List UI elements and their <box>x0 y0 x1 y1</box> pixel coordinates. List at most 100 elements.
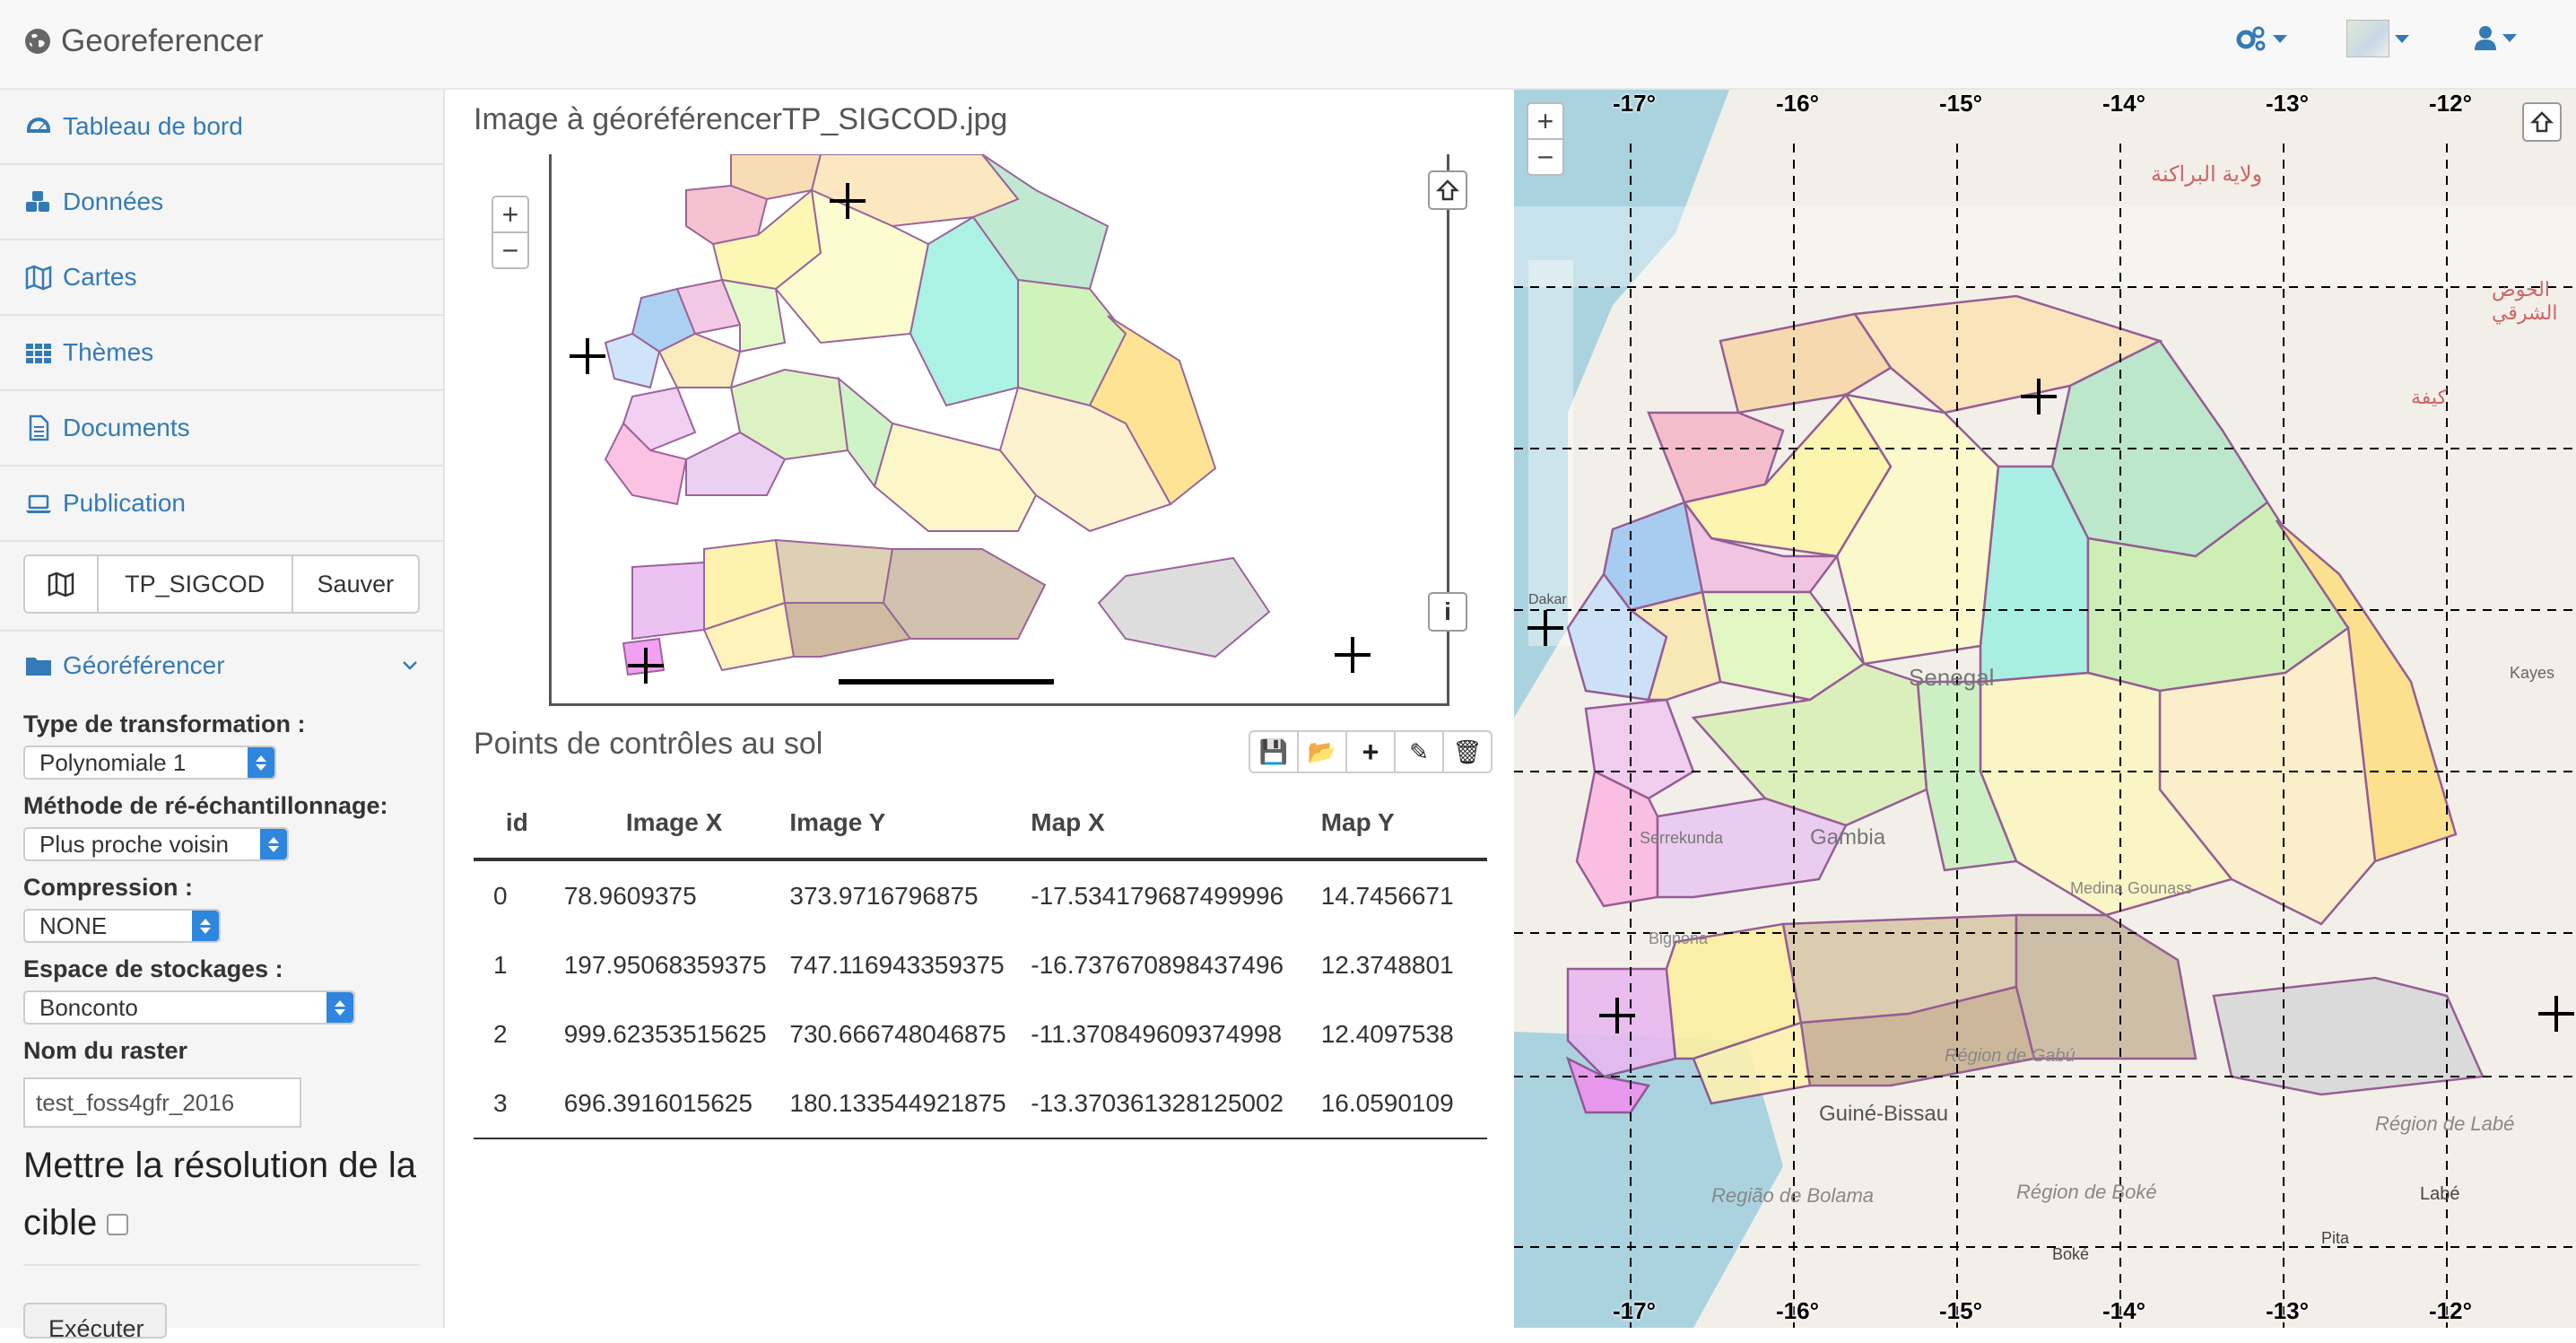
document-icon <box>29 414 49 441</box>
lon-tick-label: -17° <box>1613 1297 1656 1324</box>
select-arrows-icon <box>248 747 274 778</box>
chevron-down-icon <box>403 661 417 670</box>
column-header[interactable]: Map Y <box>1308 788 1487 861</box>
table-row[interactable]: 3 696.3916015625 180.133544921875 -13.37… <box>474 1068 1487 1139</box>
zoom-out-button[interactable]: − <box>1528 140 1562 174</box>
target-resolution-label: Mettre la résolution de la cible <box>23 1146 417 1243</box>
raster-name-input[interactable]: test_foss4gfr_2016 <box>23 1077 301 1128</box>
place-label: الحوض الشرقي <box>2492 278 2558 324</box>
table-cell: 12.3748801 <box>1320 950 1454 979</box>
lon-tick-label: -16° <box>1776 1297 1819 1324</box>
place-label: Région de Boké <box>2016 1181 2157 1203</box>
sidebar-item-data[interactable]: Données <box>0 165 443 240</box>
table-row[interactable]: 1 197.95068359375 747.116943359375 -16.7… <box>474 930 1487 999</box>
target-resolution-checkbox[interactable] <box>107 1214 129 1236</box>
section-title: Géoréférencer <box>63 651 225 679</box>
table-cell: 1 <box>493 950 508 979</box>
column-header[interactable]: Image X <box>560 788 789 861</box>
table-cell: 2 <box>493 1019 508 1048</box>
folder-icon <box>26 658 51 676</box>
table-cell: 14.7456671 <box>1320 881 1454 910</box>
selected-value: Bonconto <box>39 993 138 1021</box>
table-cell: 197.95068359375 <box>563 950 767 979</box>
sidebar-item-label: Tableau de bord <box>63 112 243 140</box>
selected-value: Polynomiale 1 <box>39 748 187 776</box>
storage-select[interactable]: Bonconto <box>23 990 355 1025</box>
compression-select[interactable]: NONE <box>23 909 221 943</box>
sidebar-item-label: Cartes <box>63 263 137 291</box>
table-cell: -16.737670898437496 <box>1031 950 1284 979</box>
cubes-icon <box>26 191 49 212</box>
user-icon <box>2475 26 2496 50</box>
table-cell: 12.4097538 <box>1320 1019 1454 1048</box>
map-icon <box>25 265 52 291</box>
sidebar-item-maps[interactable]: Cartes <box>0 240 443 316</box>
dashboard-icon <box>27 118 50 133</box>
user-menu[interactable] <box>2474 25 2517 50</box>
gcp-table: id Image X Image Y Map X Map Y 0 78.9609… <box>474 788 1487 1139</box>
raster-name-label: Nom du raster <box>23 1037 188 1064</box>
map-toolbar: TP_SIGCOD Sauver <box>23 554 420 614</box>
place-label: Région de Labé <box>2375 1112 2515 1135</box>
place-label: Senegal <box>1909 664 1995 691</box>
column-header[interactable]: Image Y <box>788 788 1031 861</box>
georeference-section-header[interactable]: Géoréférencer <box>0 630 443 680</box>
place-label: Guiné-Bissau <box>1819 1102 1949 1126</box>
map-toggle-button[interactable] <box>25 556 99 612</box>
storage-label: Espace de stockages : <box>23 955 283 982</box>
target-resolution-option: Mettre la résolution de la cible <box>23 1137 420 1251</box>
chevron-down-icon <box>2502 33 2517 42</box>
basemap-menu[interactable] <box>2346 20 2409 57</box>
selected-value: Plus proche voisin <box>39 830 229 858</box>
resampling-label: Méthode de ré-échantillonnage: <box>23 792 388 819</box>
place-label: ولاية البراكنة <box>2151 162 2263 187</box>
cogs-icon <box>2236 26 2266 51</box>
sidebar-item-dashboard[interactable]: Tableau de bord <box>0 90 443 165</box>
grid-icon <box>26 344 51 363</box>
column-header[interactable]: Map X <box>1030 788 1309 861</box>
georeference-panel: Image à géoréférencerTP_SIGCOD.jpg + − i… <box>445 90 1514 1328</box>
table-cell: 373.9716796875 <box>789 881 979 910</box>
reset-view-button[interactable] <box>2522 102 2562 142</box>
zoom-slider-track <box>1528 260 1573 646</box>
table-cell: -11.370849609374998 <box>1031 1019 1283 1048</box>
place-label: Labé <box>2420 1184 2460 1204</box>
select-arrows-icon <box>260 829 287 859</box>
execute-button[interactable]: Exécuter <box>23 1303 167 1342</box>
georeference-form: Type de transformation : Polynomiale 1 M… <box>0 711 443 1266</box>
place-label: Pita <box>2321 1229 2350 1247</box>
sidebar-item-label: Publication <box>63 489 186 517</box>
table-cell: 16.0590109 <box>1308 1068 1487 1139</box>
settings-menu[interactable] <box>2235 25 2287 52</box>
place-label: كيفة <box>2411 386 2448 408</box>
map-icon <box>48 571 74 597</box>
map-name-field[interactable]: TP_SIGCOD <box>99 556 293 612</box>
lon-tick-label: -13° <box>2266 1297 2309 1324</box>
map-thumbnail-icon <box>2346 20 2389 57</box>
table-cell: -13.370361328125002 <box>1030 1068 1309 1139</box>
sidebar-item-publication[interactable]: Publication <box>0 467 443 542</box>
resampling-select[interactable]: Plus proche voisin <box>23 827 289 861</box>
lon-tick-label: -12° <box>2429 1297 2472 1324</box>
table-row[interactable]: 2 999.62353515625 730.666748046875 -11.3… <box>474 999 1487 1068</box>
place-label: Région de Gabú <box>1945 1046 2076 1066</box>
table-cell: 696.3916015625 <box>560 1068 789 1139</box>
table-cell: 999.62353515625 <box>563 1019 767 1048</box>
table-row[interactable]: 0 78.9609375 373.9716796875 -17.53417968… <box>474 859 1487 930</box>
app-brand[interactable]: Georeferencer <box>23 23 264 59</box>
table-cell: 78.9609375 <box>563 881 697 910</box>
lon-tick-label: -17° <box>1613 90 1656 117</box>
laptop-icon <box>26 494 51 513</box>
divider <box>23 1264 420 1266</box>
top-navbar: Georeferencer <box>0 0 2576 90</box>
sidebar-item-themes[interactable]: Thèmes <box>0 316 443 391</box>
place-label: Dakar <box>1528 592 1567 607</box>
transformation-select[interactable]: Polynomiale 1 <box>23 746 276 780</box>
map-zoom-control: + − <box>1527 102 1564 176</box>
table-cell: 730.666748046875 <box>789 1019 1006 1048</box>
reference-map-view[interactable]: -17° -16° -15° -14° -13° -12° -17° -16° … <box>1514 90 2576 1328</box>
column-header[interactable]: id <box>474 788 561 861</box>
sidebar-item-documents[interactable]: Documents <box>0 391 443 467</box>
zoom-in-button[interactable]: + <box>1528 104 1562 140</box>
save-button[interactable]: Sauver <box>293 556 418 612</box>
